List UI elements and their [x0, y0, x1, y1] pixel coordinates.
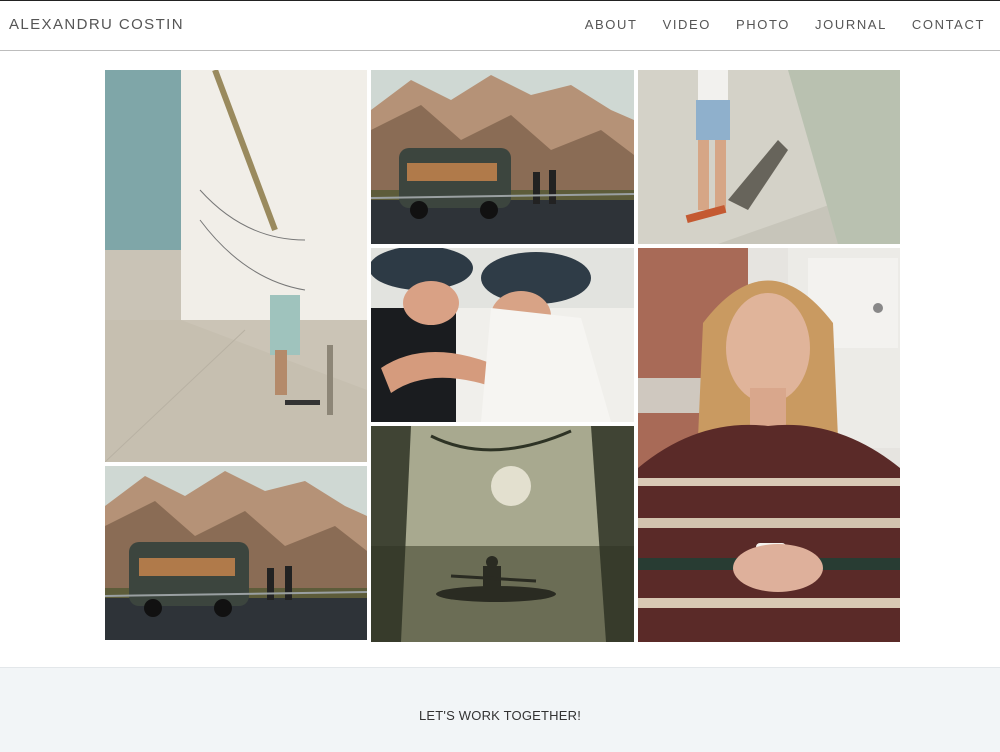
main-nav: ABOUT VIDEO PHOTO JOURNAL CONTACT: [560, 17, 985, 32]
site-logo-text[interactable]: ALEXANDRU COSTIN: [9, 16, 184, 33]
van-mountains-photo-icon: [105, 466, 367, 640]
kayak-lake-photo-icon: [371, 426, 634, 642]
nav-video[interactable]: VIDEO: [663, 17, 711, 32]
gallery-photo-van-mountains-bottom[interactable]: [105, 466, 367, 640]
photo-gallery: [105, 70, 900, 642]
gallery-photo-van-mountains-top[interactable]: [371, 70, 634, 244]
gallery-photo-kayak-lake[interactable]: [371, 426, 634, 642]
skater-wall-photo-icon: [105, 70, 367, 462]
van-mountains-photo-icon: [371, 70, 634, 244]
site-header: ALEXANDRU COSTIN ABOUT VIDEO PHOTO JOURN…: [0, 1, 1000, 51]
site-footer: LET'S WORK TOGETHER!: [0, 667, 1000, 752]
portrait-woman-photo-icon: [638, 248, 900, 642]
gallery-photo-skater-wall[interactable]: [105, 70, 367, 462]
gallery-photo-couple-hats[interactable]: [371, 248, 634, 422]
gallery-photo-portrait-woman[interactable]: [638, 248, 900, 642]
couple-hats-photo-icon: [371, 248, 634, 422]
nav-contact[interactable]: CONTACT: [912, 17, 985, 32]
gallery-photo-skateboard-legs[interactable]: [638, 70, 900, 244]
nav-photo[interactable]: PHOTO: [736, 17, 790, 32]
nav-journal[interactable]: JOURNAL: [815, 17, 887, 32]
nav-about[interactable]: ABOUT: [585, 17, 638, 32]
work-together-link[interactable]: LET'S WORK TOGETHER!: [0, 708, 1000, 723]
skateboard-legs-photo-icon: [638, 70, 900, 244]
